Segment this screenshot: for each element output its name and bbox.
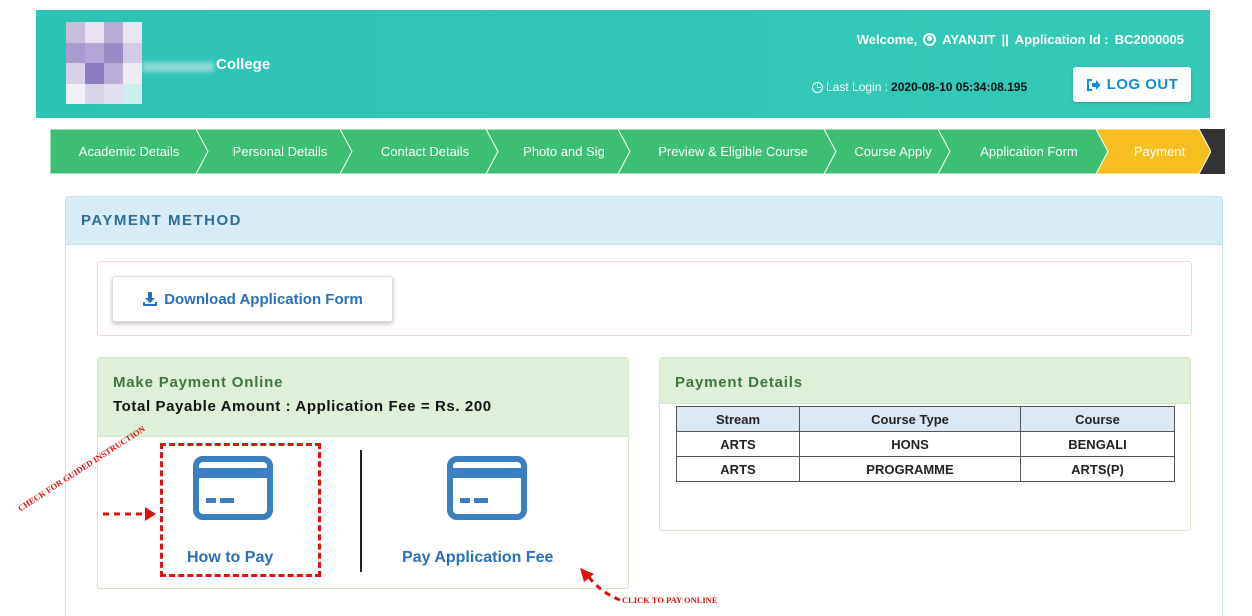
step-label: Course Apply bbox=[854, 144, 932, 159]
step-label: Academic Details bbox=[78, 144, 180, 159]
step-label: Preview & Eligible Course bbox=[658, 144, 808, 159]
annotation-arrows bbox=[103, 507, 621, 602]
step-label: Payment bbox=[1133, 144, 1186, 159]
right-arrow-icon bbox=[580, 568, 621, 602]
left-arrow-icon bbox=[103, 507, 156, 521]
step-label: Contact Details bbox=[380, 144, 470, 159]
step-label: Application Form bbox=[980, 144, 1078, 159]
step-label: Personal Details bbox=[232, 144, 328, 159]
step-label: Photo and Sig bbox=[523, 144, 605, 159]
click-to-pay-note: CLICK TO PAY ONLINE bbox=[622, 595, 718, 605]
page: College Welcome, AYANJIT || Application … bbox=[0, 0, 1252, 616]
